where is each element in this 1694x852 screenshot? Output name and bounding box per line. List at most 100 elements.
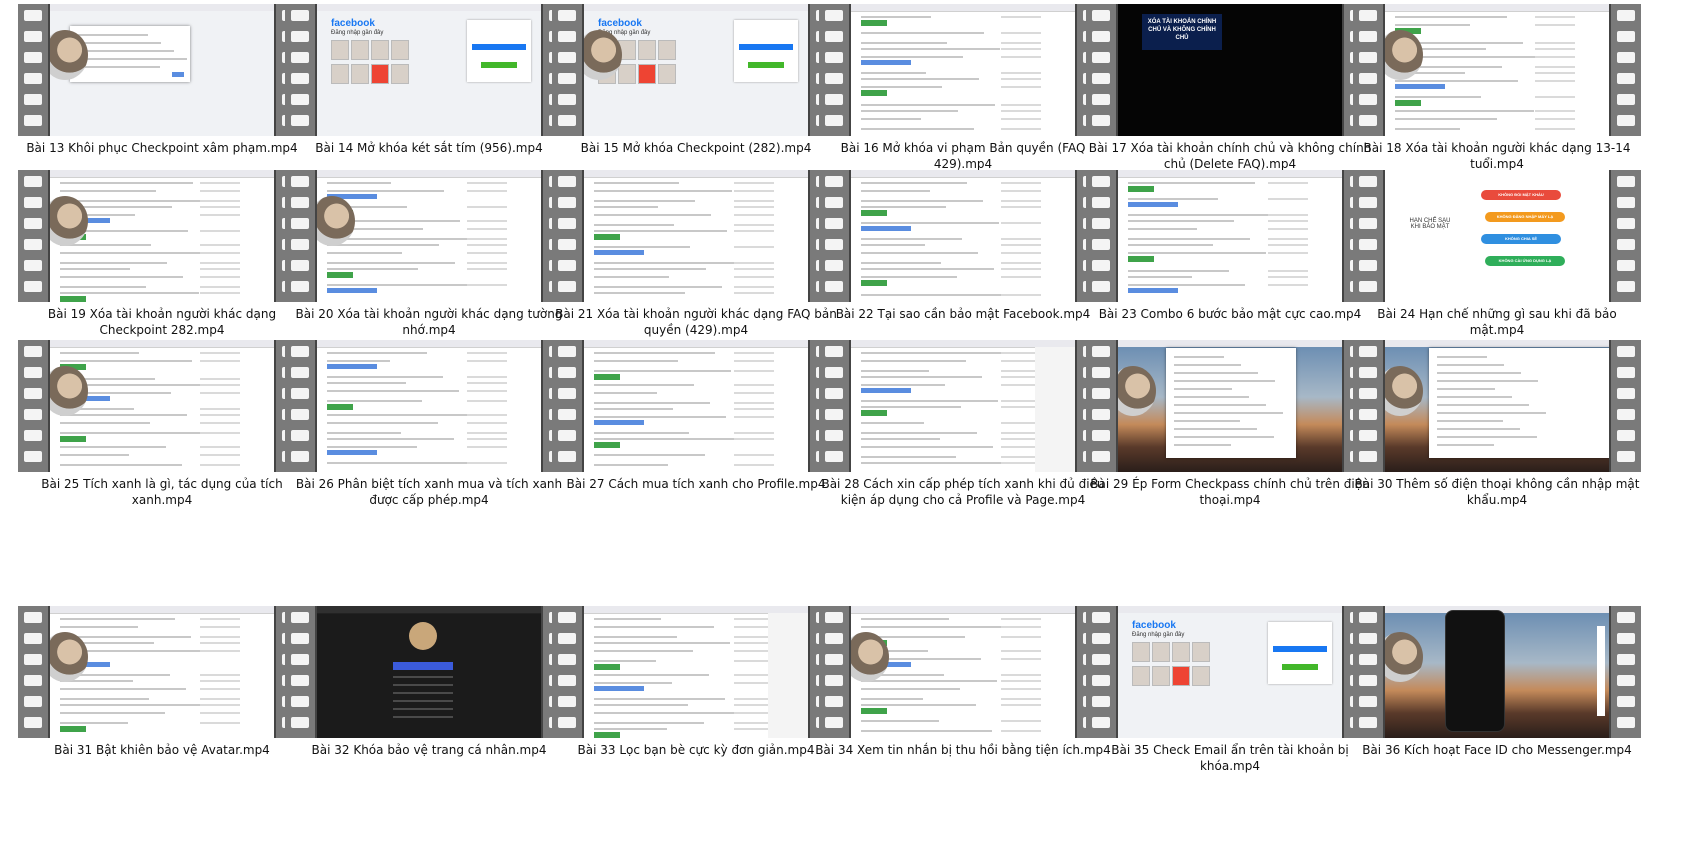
film-hole — [558, 281, 576, 292]
file-name[interactable]: Bài 31 Bật khiên bảo vệ Avatar.mp4 — [14, 742, 310, 758]
list-line — [1395, 80, 1518, 82]
video-thumbnail[interactable] — [819, 4, 1107, 136]
list-line — [861, 730, 992, 732]
list-line-meta — [200, 286, 240, 288]
video-thumbnail[interactable] — [1086, 340, 1374, 472]
list-line-meta — [200, 276, 240, 278]
video-thumbnail[interactable] — [18, 606, 306, 738]
file-name[interactable]: Bài 20 Xóa tài khoản người khác dạng tườ… — [281, 306, 577, 338]
file-name[interactable]: Bài 26 Phân biệt tích xanh mua và tích x… — [281, 476, 577, 508]
video-thumbnail[interactable] — [552, 606, 840, 738]
film-strip — [819, 340, 849, 472]
video-thumbnail[interactable] — [819, 340, 1107, 472]
file-name[interactable]: Bài 35 Check Email ẩn trên tài khoản bị … — [1082, 742, 1378, 774]
list-line-meta — [1535, 16, 1575, 18]
list-line — [60, 704, 202, 706]
file-name[interactable]: Bài 13 Khôi phục Checkpoint xâm phạm.mp4 — [14, 140, 310, 156]
video-thumbnail[interactable] — [1353, 340, 1641, 472]
list-line — [594, 438, 742, 440]
file-name[interactable]: Bài 17 Xóa tài khoản chính chủ và không … — [1082, 140, 1378, 172]
list-line — [861, 400, 998, 402]
list-line — [60, 712, 165, 714]
list-line-meta — [1535, 80, 1575, 82]
file-name[interactable]: Bài 32 Khóa bảo vệ trang cá nhân.mp4 — [281, 742, 577, 758]
file-name[interactable]: Bài 18 Xóa tài khoản người khác dạng 13-… — [1349, 140, 1645, 172]
list-line — [327, 432, 401, 434]
list-line — [861, 110, 958, 112]
file-name[interactable]: Bài 30 Thêm số điện thoại không cần nhập… — [1349, 476, 1645, 508]
list-line — [861, 56, 963, 58]
file-name[interactable]: Bài 36 Kích hoạt Face ID cho Messenger.m… — [1349, 742, 1645, 758]
film-hole — [1359, 94, 1377, 105]
video-thumbnail[interactable] — [552, 340, 840, 472]
video-thumbnail[interactable] — [1353, 606, 1641, 738]
file-name[interactable]: Bài 29 Ép Form Checkpass chính chủ trên … — [1082, 476, 1378, 508]
file-name[interactable]: Bài 15 Mở khóa Checkpoint (282).mp4 — [548, 140, 844, 156]
list-line — [1437, 364, 1504, 366]
film-strip — [552, 4, 582, 136]
list-line-meta — [1001, 618, 1041, 620]
list-line-meta — [1001, 674, 1041, 676]
film-hole — [558, 612, 576, 623]
create-account-button — [1282, 664, 1318, 670]
video-thumbnail[interactable]: XÓA TÀI KHOẢN CHÍNH CHỦ VÀ KHÔNG CHÍNH C… — [1086, 4, 1374, 136]
list-line-meta — [467, 422, 507, 424]
list-line — [1174, 396, 1249, 398]
video-thumbnail[interactable] — [1353, 4, 1641, 136]
list-line-meta — [1001, 222, 1041, 224]
list-line-meta — [1535, 42, 1575, 44]
video-thumbnail[interactable] — [18, 4, 306, 136]
list-line-meta — [467, 284, 507, 286]
video-thumbnail[interactable]: facebook Đăng nhập gần đây — [552, 4, 840, 136]
list-line-meta — [467, 376, 507, 378]
file-name[interactable]: Bài 24 Hạn chế những gì sau khi đã bảo m… — [1349, 306, 1645, 338]
file-name[interactable]: Bài 22 Tại sao cần bảo mật Facebook.mp4 — [815, 306, 1111, 322]
list-line-meta — [467, 268, 507, 270]
list-line-meta — [1001, 238, 1041, 240]
list-line-meta — [200, 384, 240, 386]
video-thumbnail[interactable]: facebook Đăng nhập gần đây — [285, 4, 573, 136]
video-thumbnail[interactable] — [552, 170, 840, 302]
file-name[interactable]: Bài 21 Xóa tài khoản người khác dạng FAQ… — [548, 306, 844, 338]
video-thumbnail[interactable] — [819, 170, 1107, 302]
video-thumbnail[interactable]: facebook Đăng nhập gần đây — [1086, 606, 1374, 738]
thumbnail-frame: facebook Đăng nhập gần đây — [582, 4, 810, 136]
file-name[interactable]: Bài 14 Mở khóa két sắt tím (956).mp4 — [281, 140, 577, 156]
film-hole — [558, 176, 576, 187]
list-line — [594, 190, 732, 192]
video-thumbnail[interactable] — [819, 606, 1107, 738]
film-hole — [24, 612, 42, 623]
file-name[interactable]: Bài 23 Combo 6 bước bảo mật cực cao.mp4 — [1082, 306, 1378, 322]
video-thumbnail[interactable] — [18, 170, 306, 302]
text-line — [78, 58, 187, 60]
list-line — [393, 700, 453, 702]
list-line-meta — [734, 360, 774, 362]
thumbnail-frame — [315, 340, 543, 472]
file-name[interactable]: Bài 33 Lọc bạn bè cực kỳ đơn giản.mp4 — [548, 742, 844, 758]
thumbnail-frame — [1383, 606, 1611, 738]
list-line — [861, 720, 939, 722]
file-name[interactable]: Bài 27 Cách mua tích xanh cho Profile.mp… — [548, 476, 844, 492]
file-name[interactable]: Bài 25 Tích xanh là gì, tác dụng của tíc… — [14, 476, 310, 508]
film-hole — [1092, 367, 1110, 378]
file-name[interactable]: Bài 19 Xóa tài khoản người khác dạng Che… — [14, 306, 310, 338]
video-thumbnail[interactable] — [285, 606, 573, 738]
file-name[interactable]: Bài 34 Xem tin nhắn bị thu hồi bằng tiện… — [815, 742, 1111, 758]
list-line-meta — [1001, 128, 1041, 130]
video-thumbnail[interactable] — [1086, 170, 1374, 302]
video-thumbnail[interactable]: HẠN CHẾ SAU KHI BẢO MẬT KHÔNG ĐỔI MẬT KHẨ… — [1353, 170, 1641, 302]
file-name[interactable]: Bài 16 Mở khóa vi phạm Bản quyền (FAQ 42… — [815, 140, 1111, 172]
browser-chrome — [1385, 4, 1609, 12]
video-thumbnail[interactable] — [285, 170, 573, 302]
list-line — [861, 206, 946, 208]
account-tile — [371, 64, 389, 84]
video-thumbnail[interactable] — [18, 340, 306, 472]
film-strip — [1611, 606, 1641, 738]
list-line-meta — [1001, 244, 1041, 246]
list-line-meta — [1535, 24, 1575, 26]
thumbnail-frame — [582, 606, 810, 738]
video-thumbnail[interactable] — [285, 340, 573, 472]
account-tile — [391, 64, 409, 84]
film-hole — [291, 409, 309, 420]
file-name[interactable]: Bài 28 Cách xin cấp phép tích xanh khi đ… — [815, 476, 1111, 508]
